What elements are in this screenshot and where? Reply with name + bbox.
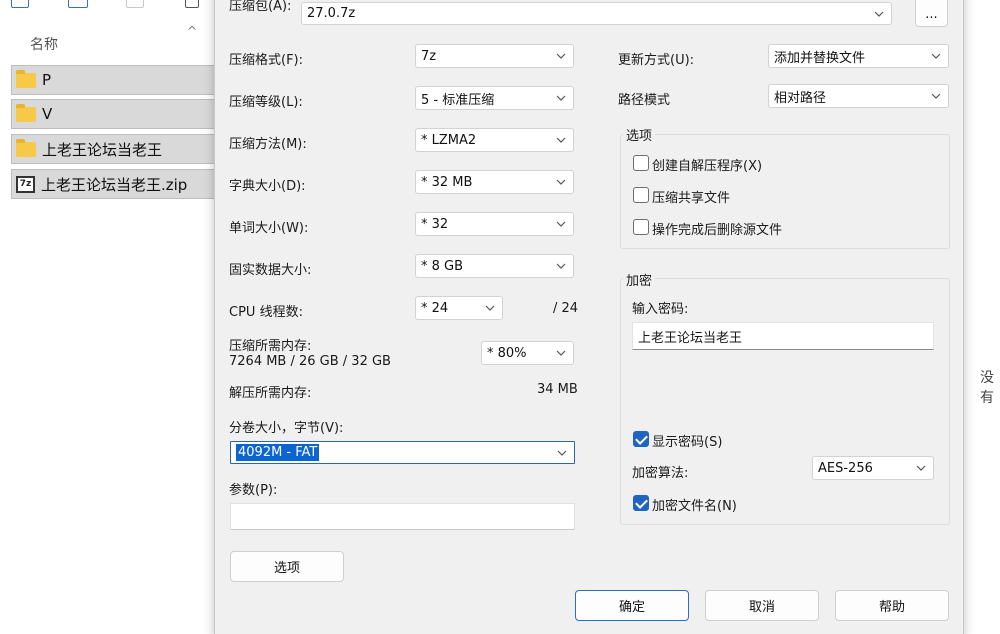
column-header-name[interactable]: 名称 [30, 34, 58, 54]
encryption-group-title: 加密 [623, 270, 656, 289]
chevron-down-icon [556, 221, 566, 227]
enc-method-value: AES-256 [818, 460, 873, 476]
shared-checkbox[interactable] [633, 187, 649, 203]
chevron-down-icon [916, 465, 926, 471]
chevron-down-icon [556, 179, 566, 185]
params-input[interactable] [230, 503, 575, 530]
file-row[interactable]: P [11, 65, 216, 95]
delete-icon[interactable] [185, 0, 199, 8]
shared-label: 压缩共享文件 [652, 191, 731, 206]
help-button[interactable]: 帮助 [835, 590, 949, 621]
solid-label: 固实数据大小: [229, 263, 312, 278]
folder-icon [16, 69, 36, 88]
sfx-checkbox[interactable] [633, 155, 649, 171]
chevron-down-icon [556, 263, 566, 269]
encrypt-names-checkbox[interactable] [633, 495, 649, 511]
format-value: 7z [421, 48, 437, 64]
solid-select[interactable]: * 8 GB [415, 254, 574, 278]
threads-label: CPU 线程数: [229, 305, 303, 320]
mem-value: * 80% [487, 345, 527, 361]
threads-max: / 24 [553, 301, 579, 316]
level-value: 5 - 标准压缩 [421, 92, 495, 108]
browse-button[interactable]: ... [915, 0, 948, 27]
file-name: 上老王论坛当老王 [42, 140, 163, 159]
chevron-down-icon [556, 350, 566, 356]
chevron-down-icon [931, 93, 941, 99]
decomp-value: 34 MB [537, 382, 578, 397]
method-select[interactable]: * LZMA2 [415, 128, 574, 152]
path-select[interactable]: 相对路径 [768, 84, 949, 108]
path-value: 相对路径 [774, 90, 827, 106]
enc-method-label: 加密算法: [632, 466, 689, 481]
archive-path-value: 27.0.7z [307, 6, 356, 21]
layout-icon[interactable] [11, 0, 29, 8]
7z-archive-icon: 7z [16, 175, 35, 193]
update-label: 更新方式(U): [618, 53, 695, 68]
chevron-down-icon [557, 450, 567, 456]
file-row[interactable]: 上老王论坛当老王 [11, 134, 216, 164]
password-label: 输入密码: [632, 302, 689, 317]
word-value: * 32 [421, 216, 449, 232]
chevron-down-icon [485, 305, 495, 311]
chevron-down-icon [931, 53, 941, 59]
decomp-label: 解压所需内存: [229, 386, 312, 401]
delete-after-checkbox[interactable] [633, 219, 649, 235]
solid-value: * 8 GB [421, 258, 464, 274]
copy-icon[interactable] [68, 0, 88, 8]
sort-chevron-icon: ^ [187, 24, 198, 38]
mem-label: 压缩所需内存: [229, 339, 312, 354]
word-select[interactable]: * 32 [415, 212, 574, 236]
folder-icon [16, 103, 36, 122]
threads-select[interactable]: * 24 [415, 296, 503, 320]
method-label: 压缩方法(M): [229, 137, 307, 152]
chevron-down-icon [556, 53, 566, 59]
archive-label: 压缩包(A): [229, 0, 292, 14]
file-name: V [42, 105, 53, 123]
folder-icon [16, 138, 36, 157]
archive-path-combo[interactable]: 27.0.7z [301, 2, 892, 25]
chevron-down-icon [874, 11, 884, 17]
volume-label: 分卷大小，字节(V): [229, 421, 344, 436]
empty-hint: 没有 [980, 370, 994, 406]
update-value: 添加并替换文件 [774, 50, 866, 66]
file-name: P [42, 71, 52, 89]
path-label: 路径模式 [618, 93, 671, 108]
file-row[interactable]: 7z 上老王论坛当老王.zip [11, 169, 216, 199]
volume-size-combo[interactable]: 4092M - FAT [230, 441, 575, 464]
dict-select[interactable]: * 32 MB [415, 170, 574, 194]
show-password-checkbox[interactable] [633, 431, 649, 447]
ok-button[interactable]: 确定 [575, 590, 689, 621]
threads-value: * 24 [421, 300, 449, 316]
mem-detail: 7264 MB / 26 GB / 32 GB [229, 354, 391, 369]
method-value: * LZMA2 [421, 132, 477, 148]
format-label: 压缩格式(F): [229, 53, 304, 68]
volume-value: 4092M - FAT [236, 444, 320, 461]
format-select[interactable]: 7z [415, 44, 574, 68]
sfx-label: 创建自解压程序(X) [652, 159, 763, 174]
enc-method-select[interactable]: AES-256 [812, 456, 934, 480]
encrypt-names-label: 加密文件名(N) [652, 499, 737, 514]
file-row[interactable]: V [11, 99, 216, 129]
add-to-archive-dialog: 压缩包(A): 27.0.7z ... 压缩格式(F): 7z 压缩等级(L):… [214, 0, 964, 634]
options-group-title: 选项 [623, 125, 656, 144]
mem-select[interactable]: * 80% [481, 341, 574, 365]
params-label: 参数(P): [229, 483, 278, 498]
file-name: 上老王论坛当老王.zip [41, 175, 188, 194]
show-password-label: 显示密码(S) [652, 435, 723, 450]
cancel-button[interactable]: 取消 [705, 590, 819, 621]
level-label: 压缩等级(L): [229, 95, 303, 110]
dict-label: 字典大小(D): [229, 179, 306, 194]
update-select[interactable]: 添加并替换文件 [768, 44, 949, 68]
delete-after-label: 操作完成后删除源文件 [652, 223, 783, 238]
chevron-down-icon [556, 95, 566, 101]
share-icon[interactable] [126, 0, 144, 8]
dict-value: * 32 MB [421, 174, 473, 190]
level-select[interactable]: 5 - 标准压缩 [415, 86, 574, 110]
options-button[interactable]: 选项 [230, 551, 344, 582]
chevron-down-icon [556, 137, 566, 143]
word-label: 单词大小(W): [229, 221, 309, 236]
password-input[interactable]: 上老王论坛当老王 [632, 322, 934, 350]
